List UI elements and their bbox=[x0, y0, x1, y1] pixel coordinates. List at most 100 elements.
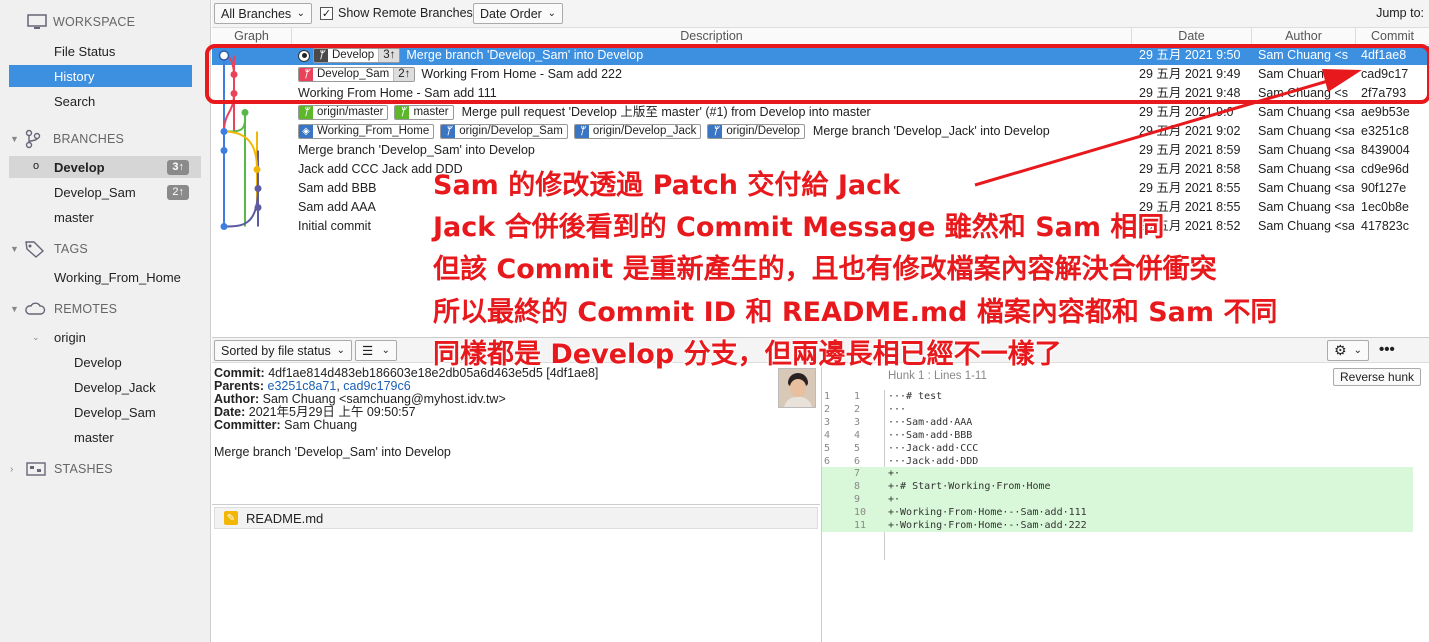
old-line-number: 2 bbox=[824, 403, 831, 415]
remote-branch-icon: ᛘ bbox=[574, 125, 589, 139]
ref-label[interactable]: ᛘ Develop 3↑ bbox=[313, 48, 401, 64]
column-author[interactable]: Author bbox=[1252, 28, 1356, 45]
parent-link[interactable]: cad9c179c6 bbox=[343, 379, 410, 393]
graph-commit-node bbox=[254, 204, 262, 211]
branches-header[interactable]: ▼ BRANCHES bbox=[10, 127, 200, 151]
commit-row[interactable]: Merge branch 'Develop_Sam' into Develop 2… bbox=[212, 141, 1429, 160]
graph-commit-node bbox=[218, 50, 230, 61]
ref-label[interactable]: ᛘ master bbox=[394, 105, 454, 121]
line-text: +·Working·From·Home·-·Sam·add·222 bbox=[888, 520, 1087, 531]
graph-commit-node bbox=[220, 147, 228, 154]
parents-label: Parents: bbox=[214, 379, 265, 393]
commit-author: Sam Chuang <sa bbox=[1258, 124, 1354, 138]
sidebar-item-search[interactable]: Search bbox=[54, 90, 204, 112]
ref-label[interactable]: ᛘ origin/master bbox=[298, 105, 389, 121]
commit-hash: 8439004 bbox=[1361, 143, 1410, 157]
file-row[interactable]: ✎ README.md bbox=[214, 507, 818, 529]
commit-row[interactable]: ◈ Working_From_Home ᛘ origin/Develop_Sam ᛘ or… bbox=[212, 122, 1429, 141]
ref-label[interactable]: ᛘ origin/Develop bbox=[707, 124, 805, 140]
modified-file-icon: ✎ bbox=[224, 511, 238, 525]
column-description[interactable]: Description bbox=[292, 28, 1132, 45]
line-text: +· bbox=[888, 468, 901, 480]
ref-name: origin/Develop_Jack bbox=[592, 125, 697, 138]
commit-message: Initial commit bbox=[298, 219, 371, 233]
ahead-badge: 2↑ bbox=[167, 185, 189, 200]
show-remote-toggle[interactable]: ✓ Show Remote Branches bbox=[320, 6, 473, 20]
commit-hash: 90f127e bbox=[1361, 181, 1407, 195]
branch-icon: ᛘ bbox=[299, 68, 313, 82]
graph-commit-node bbox=[220, 223, 228, 230]
jump-to-label[interactable]: Jump to: bbox=[1376, 6, 1424, 20]
head-dot bbox=[301, 53, 307, 59]
commit-row[interactable]: ᛘ Develop_Sam 2↑ Working From Home - Sam ad… bbox=[212, 65, 1429, 84]
ref-name: origin/Develop_Sam bbox=[459, 125, 563, 138]
sidebar-remote-branch-master[interactable]: master bbox=[74, 426, 204, 448]
ref-label[interactable]: ᛘ Develop_Sam 2↑ bbox=[298, 67, 416, 83]
commit-date: 29 五月 2021 9:50 bbox=[1139, 48, 1241, 62]
checkbox-icon[interactable]: ✓ bbox=[320, 6, 333, 20]
line-text: +·Working·From·Home·-·Sam·add·111 bbox=[888, 507, 1087, 519]
remotes-header[interactable]: ▼ REMOTES bbox=[10, 297, 200, 321]
commit-date: 29 五月 2021 9:49 bbox=[1139, 67, 1241, 81]
sidebar-branch-master[interactable]: master bbox=[54, 206, 204, 228]
old-line-number: 1 bbox=[824, 391, 831, 402]
commit-date: 29 五月 2021 8:59 bbox=[1139, 143, 1241, 157]
view-mode-dropdown[interactable]: ☰ ⌄ bbox=[355, 340, 397, 361]
column-commit[interactable]: Commit bbox=[1356, 28, 1429, 45]
commit-row[interactable]: ᛘ origin/master ᛘ master Merge pull request … bbox=[212, 103, 1429, 122]
sidebar-item-file-status[interactable]: File Status bbox=[54, 40, 204, 62]
gear-icon: ⚙ bbox=[1334, 342, 1347, 358]
parent-link[interactable]: e3251c8a71 bbox=[268, 379, 337, 393]
commit-author: Sam Chuang <sa bbox=[1258, 105, 1354, 119]
sidebar-remote-branch-develop-sam[interactable]: Develop_Sam bbox=[74, 401, 204, 423]
diff-line-added: 9 +· bbox=[822, 493, 1413, 507]
sidebar-remote-origin[interactable]: ⌄ origin bbox=[32, 326, 202, 348]
commit-row[interactable]: ᛘ Develop 3↑ Merge branch 'Develop_Sam' int… bbox=[212, 46, 1429, 65]
remote-branch-icon: ᛘ bbox=[441, 125, 456, 139]
stashes-header[interactable]: › STASHES bbox=[10, 457, 200, 481]
commit-graph bbox=[218, 50, 262, 230]
order-dropdown[interactable]: Date Order ⌄ bbox=[473, 3, 563, 24]
committer-label: Committer: bbox=[214, 418, 281, 432]
chevron-right-icon: › bbox=[10, 463, 14, 475]
ref-label[interactable]: ᛘ origin/Develop_Jack bbox=[573, 124, 702, 140]
date-label: Date: bbox=[214, 405, 246, 419]
commit-hash: cd9e96d bbox=[1361, 162, 1409, 176]
workspace-header[interactable]: WORKSPACE bbox=[27, 10, 136, 34]
sidebar-branch-develop-sam[interactable]: Develop_Sam 2↑ bbox=[9, 181, 201, 203]
old-line-number: 6 bbox=[824, 455, 831, 467]
old-line-number: 4 bbox=[824, 429, 831, 441]
diff-viewer: Hunk 1 : Lines 1-11 Reverse hunk 1 1 ···# … bbox=[821, 364, 1429, 642]
commit-message: Sam add AAA bbox=[298, 200, 376, 214]
sort-dropdown[interactable]: Sorted by file status ⌄ bbox=[214, 340, 352, 361]
settings-dropdown[interactable]: ⚙ ⌄ bbox=[1327, 340, 1369, 361]
ref-label[interactable]: ◈ Working_From_Home bbox=[298, 124, 435, 140]
diff-line-context: 1 1 ···# test bbox=[822, 390, 1413, 403]
column-graph[interactable]: Graph bbox=[212, 28, 292, 45]
column-date[interactable]: Date bbox=[1132, 28, 1252, 45]
graph-merge-edge bbox=[223, 93, 235, 132]
sidebar-branch-develop[interactable]: o Develop 3↑ bbox=[9, 156, 201, 178]
branches-filter-dropdown[interactable]: All Branches ⌄ bbox=[214, 3, 312, 24]
reverse-hunk-button[interactable]: Reverse hunk bbox=[1333, 368, 1422, 386]
workspace-label: WORKSPACE bbox=[53, 15, 136, 29]
tags-header[interactable]: ▼ TAGS bbox=[10, 237, 200, 261]
sidebar-remote-branch-develop[interactable]: Develop bbox=[74, 351, 204, 373]
sidebar-tag-working-from-home[interactable]: Working_From_Home bbox=[54, 266, 204, 288]
ahead-badge: 3↑ bbox=[167, 160, 189, 175]
branch-icon: ᛘ bbox=[314, 49, 328, 63]
sidebar-remote-branch-develop-jack[interactable]: Develop_Jack bbox=[74, 376, 204, 398]
more-options-icon[interactable]: ••• bbox=[1379, 341, 1395, 358]
commit-list-header: Graph Description Date Author Commit bbox=[212, 28, 1429, 45]
graph-commit-node bbox=[241, 109, 249, 116]
commit-message: Merge branch 'Develop_Jack' into Develop bbox=[812, 124, 1050, 138]
branch-name: Develop bbox=[54, 159, 105, 175]
graph-commit-node bbox=[220, 128, 228, 135]
commit-description: ᛘ Develop 3↑ Merge branch 'Develop_Sam' int… bbox=[298, 46, 1134, 65]
commit-row[interactable]: Working From Home - Sam add 111 29 五月 202… bbox=[212, 84, 1429, 103]
sidebar-item-history[interactable]: History bbox=[9, 65, 192, 87]
new-line-number: 9 bbox=[854, 494, 861, 506]
new-line-number: 6 bbox=[854, 455, 861, 467]
ref-label[interactable]: ᛘ origin/Develop_Sam bbox=[440, 124, 568, 140]
current-head-icon bbox=[298, 49, 310, 62]
